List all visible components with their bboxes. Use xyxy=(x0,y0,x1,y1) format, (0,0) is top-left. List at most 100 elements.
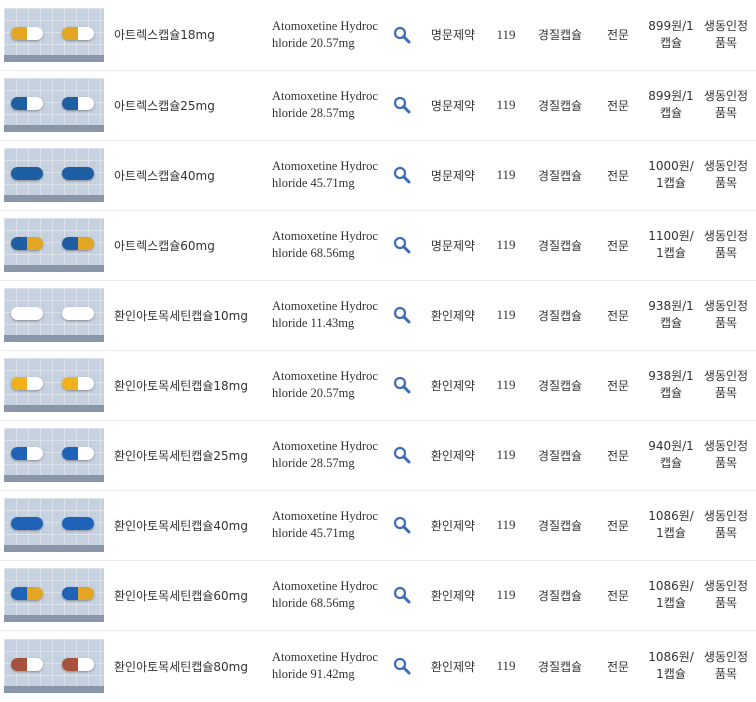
ingredient: Atomoxetine Hydrochloride 68.56mg xyxy=(272,560,384,631)
category-code: 119 xyxy=(486,70,526,141)
magnifier-icon[interactable] xyxy=(393,26,411,44)
maker-text: 환인제약 xyxy=(430,378,476,393)
status-text: 생동인정품목 xyxy=(703,229,749,260)
capsule-front xyxy=(11,517,43,530)
prescription-class: 전문 xyxy=(594,560,642,631)
pill-image-cell xyxy=(0,0,112,71)
ingredient-text: Atomoxetine Hydrochloride 20.57mg xyxy=(272,18,378,50)
search-cell xyxy=(384,0,420,71)
capsule-back xyxy=(62,307,94,320)
capsule-front xyxy=(11,587,43,600)
pill-photo[interactable] xyxy=(4,148,104,202)
magnifier-icon[interactable] xyxy=(393,166,411,184)
code-text: 119 xyxy=(496,447,516,462)
magnifier-icon[interactable] xyxy=(393,586,411,604)
price-text: 1000원/1캡슐 xyxy=(648,159,694,190)
product-name: 환인아토목세틴캡슐80mg xyxy=(112,630,272,702)
name-text: 환인아토목세틴캡슐18mg xyxy=(114,378,248,393)
manufacturer: 환인제약 xyxy=(420,490,486,561)
magnifier-icon[interactable] xyxy=(393,446,411,464)
pill-photo[interactable] xyxy=(4,428,104,482)
price: 938원/1캡슐 xyxy=(642,280,700,351)
ingredient-text: Atomoxetine Hydrochloride 28.57mg xyxy=(272,89,378,120)
name-text: 아트렉스캡슐25mg xyxy=(114,98,215,113)
manufacturer: 명문제약 xyxy=(420,70,486,141)
pill-photo[interactable] xyxy=(4,639,104,694)
pill-photo[interactable] xyxy=(4,218,104,272)
maker-text: 환인제약 xyxy=(430,659,476,674)
product-name: 환인아토목세틴캡슐18mg xyxy=(112,350,272,421)
manufacturer: 환인제약 xyxy=(420,350,486,421)
pill-image-cell xyxy=(0,350,112,421)
bioequivalence-status: 생동인정품목 xyxy=(700,70,756,141)
name-text: 환인아토목세틴캡슐40mg xyxy=(114,518,248,533)
dosage-form: 경질캡슐 xyxy=(526,420,594,491)
form-text: 경질캡슐 xyxy=(537,659,583,674)
bioequivalence-status: 생동인정품목 xyxy=(700,140,756,211)
pill-photo[interactable] xyxy=(4,568,104,622)
name-text: 아트렉스캡슐60mg xyxy=(114,238,215,253)
dosage-form: 경질캡슐 xyxy=(526,0,594,71)
capsule-front xyxy=(11,307,43,320)
ingredient: Atomoxetine Hydrochloride 20.57mg xyxy=(272,0,384,71)
ingredient: Atomoxetine Hydrochloride 45.71mg xyxy=(272,490,384,561)
status-text: 생동인정품목 xyxy=(703,299,749,330)
table-row: 환인아토목세틴캡슐80mg Atomoxetine Hydrochloride … xyxy=(0,630,756,702)
ingredient-text: Atomoxetine Hydrochloride 45.71mg xyxy=(272,159,378,190)
ingredient-text: Atomoxetine Hydrochloride 68.56mg xyxy=(272,579,378,610)
magnifier-icon[interactable] xyxy=(393,516,411,534)
magnifier-icon[interactable] xyxy=(393,376,411,394)
bioequivalence-status: 생동인정품목 xyxy=(700,350,756,421)
category-code: 119 xyxy=(486,420,526,491)
category-code: 119 xyxy=(486,140,526,211)
form-text: 경질캡슐 xyxy=(537,238,583,253)
maker-text: 환인제약 xyxy=(430,588,476,603)
search-cell xyxy=(384,280,420,351)
price: 1086원/1캡슐 xyxy=(642,560,700,631)
pill-photo[interactable] xyxy=(4,288,104,342)
status-text: 생동인정품목 xyxy=(703,579,749,610)
capsule-back xyxy=(62,587,94,600)
price-text: 1086원/1캡슐 xyxy=(648,579,694,610)
form-text: 경질캡슐 xyxy=(537,28,583,43)
name-text: 아트렉스캡슐40mg xyxy=(114,168,215,183)
code-text: 119 xyxy=(496,377,516,392)
ingredient-text: Atomoxetine Hydrochloride 91.42mg xyxy=(272,650,378,682)
magnifier-icon[interactable] xyxy=(393,306,411,324)
name-text: 환인아토목세틴캡슐80mg xyxy=(114,659,248,674)
form-text: 경질캡슐 xyxy=(537,308,583,323)
manufacturer: 환인제약 xyxy=(420,630,486,702)
ingredient: Atomoxetine Hydrochloride 11.43mg xyxy=(272,280,384,351)
product-name: 아트렉스캡슐60mg xyxy=(112,210,272,281)
price: 1086원/1캡슐 xyxy=(642,490,700,561)
dosage-form: 경질캡슐 xyxy=(526,350,594,421)
search-cell xyxy=(384,630,420,702)
maker-text: 명문제약 xyxy=(430,238,476,253)
dosage-form: 경질캡슐 xyxy=(526,210,594,281)
pill-photo[interactable] xyxy=(4,7,104,62)
dosage-form: 경질캡슐 xyxy=(526,560,594,631)
pill-photo[interactable] xyxy=(4,498,104,552)
status-text: 생동인정품목 xyxy=(703,650,749,682)
magnifier-icon[interactable] xyxy=(393,236,411,254)
maker-text: 명문제약 xyxy=(430,28,476,43)
bioequivalence-status: 생동인정품목 xyxy=(700,210,756,281)
bioequivalence-status: 생동인정품목 xyxy=(700,490,756,561)
magnifier-icon[interactable] xyxy=(393,657,411,675)
ingredient-text: Atomoxetine Hydrochloride 45.71mg xyxy=(272,509,378,540)
name-text: 아트렉스캡슐18mg xyxy=(114,28,215,43)
product-name: 환인아토목세틴캡슐10mg xyxy=(112,280,272,351)
magnifier-icon[interactable] xyxy=(393,96,411,114)
pill-photo[interactable] xyxy=(4,358,104,412)
code-text: 119 xyxy=(496,237,516,252)
pill-photo[interactable] xyxy=(4,78,104,132)
prescription-class: 전문 xyxy=(594,210,642,281)
table-row: 아트렉스캡슐18mg Atomoxetine Hydrochloride 20.… xyxy=(0,0,756,71)
class-text: 전문 xyxy=(606,28,630,43)
product-name: 환인아토목세틴캡슐60mg xyxy=(112,560,272,631)
prescription-class: 전문 xyxy=(594,490,642,561)
price: 1100원/1캡슐 xyxy=(642,210,700,281)
capsule-back xyxy=(62,26,94,40)
form-text: 경질캡슐 xyxy=(537,448,583,463)
code-text: 119 xyxy=(496,517,516,532)
